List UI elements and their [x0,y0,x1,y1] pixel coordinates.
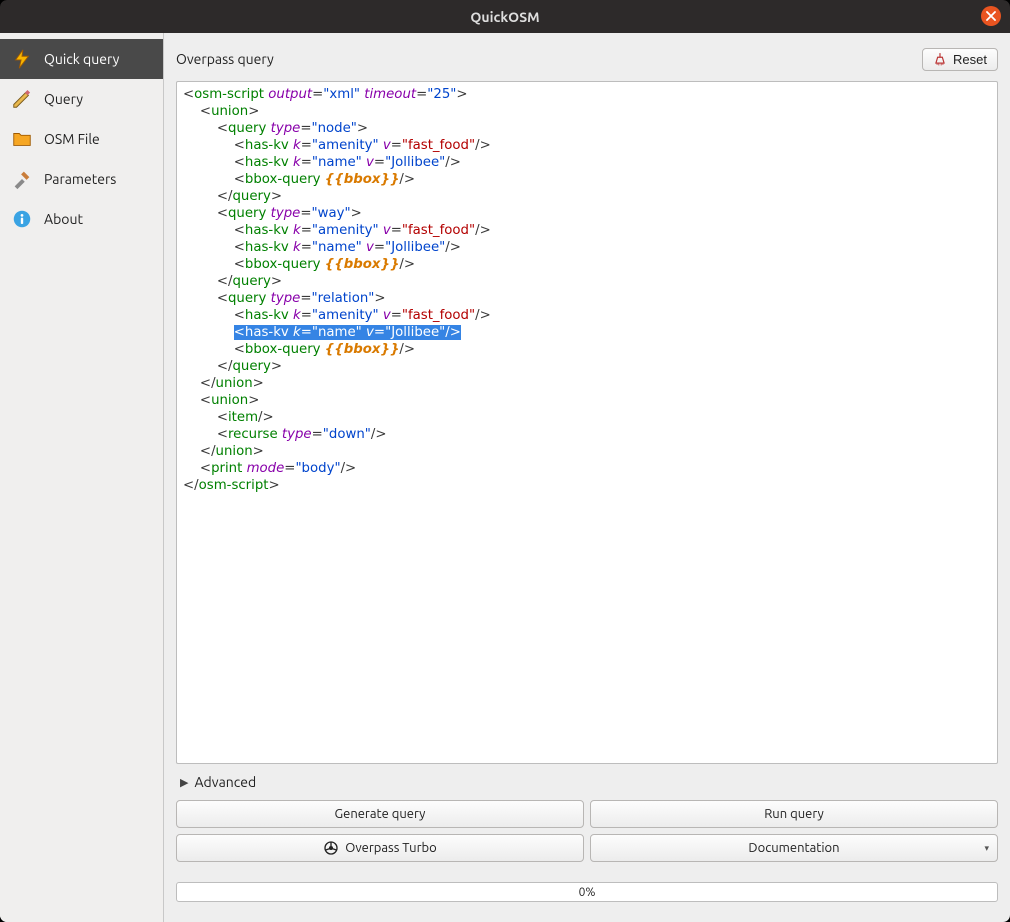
sidebar-item-osm-file[interactable]: OSM File [0,119,163,159]
panel-title: Overpass query [176,51,274,67]
app-window: QuickOSM Quick query Query [0,0,1010,922]
sidebar: Quick query Query OSM File Parameters [0,33,164,922]
sidebar-item-label: Quick query [44,51,119,67]
button-label: Documentation [748,841,839,855]
generate-query-button[interactable]: Generate query [176,800,584,828]
button-label: Generate query [335,807,426,821]
documentation-button[interactable]: Documentation ▾ [590,834,998,862]
close-button[interactable] [981,6,1001,26]
content: Quick query Query OSM File Parameters [0,33,1010,922]
button-label: Run query [764,807,824,821]
titlebar: QuickOSM [0,0,1010,33]
info-icon [10,207,34,231]
chevron-down-icon: ▾ [984,843,989,854]
steering-wheel-icon [323,840,339,856]
tools-icon [10,167,34,191]
folder-icon [10,127,34,151]
lightning-icon [10,47,34,71]
main-panel: Overpass query Reset <osm-script output=… [164,33,1010,922]
sidebar-item-quick-query[interactable]: Quick query [0,39,163,79]
reset-button[interactable]: Reset [922,48,998,71]
chevron-right-icon: ▶ [180,776,188,789]
sidebar-item-label: Query [44,91,83,107]
query-editor[interactable]: <osm-script output="xml" timeout="25"> <… [176,81,998,764]
advanced-label: Advanced [194,774,256,790]
window-title: QuickOSM [470,9,539,25]
broom-icon [933,52,947,66]
progress-bar: 0% [176,882,998,902]
sidebar-item-label: Parameters [44,171,116,187]
progress-text: 0% [579,886,596,899]
reset-button-label: Reset [953,52,987,67]
sidebar-item-parameters[interactable]: Parameters [0,159,163,199]
button-label: Overpass Turbo [345,841,436,855]
close-icon [986,11,996,21]
overpass-turbo-button[interactable]: Overpass Turbo [176,834,584,862]
sidebar-item-about[interactable]: About [0,199,163,239]
run-query-button[interactable]: Run query [590,800,998,828]
pencil-icon [10,87,34,111]
sidebar-item-label: OSM File [44,131,100,147]
sidebar-item-label: About [44,211,83,227]
button-grid: Generate query Run query Overpass Turbo … [176,800,998,862]
header-row: Overpass query Reset [176,45,998,73]
advanced-toggle[interactable]: ▶ Advanced [174,772,1000,792]
sidebar-item-query[interactable]: Query [0,79,163,119]
